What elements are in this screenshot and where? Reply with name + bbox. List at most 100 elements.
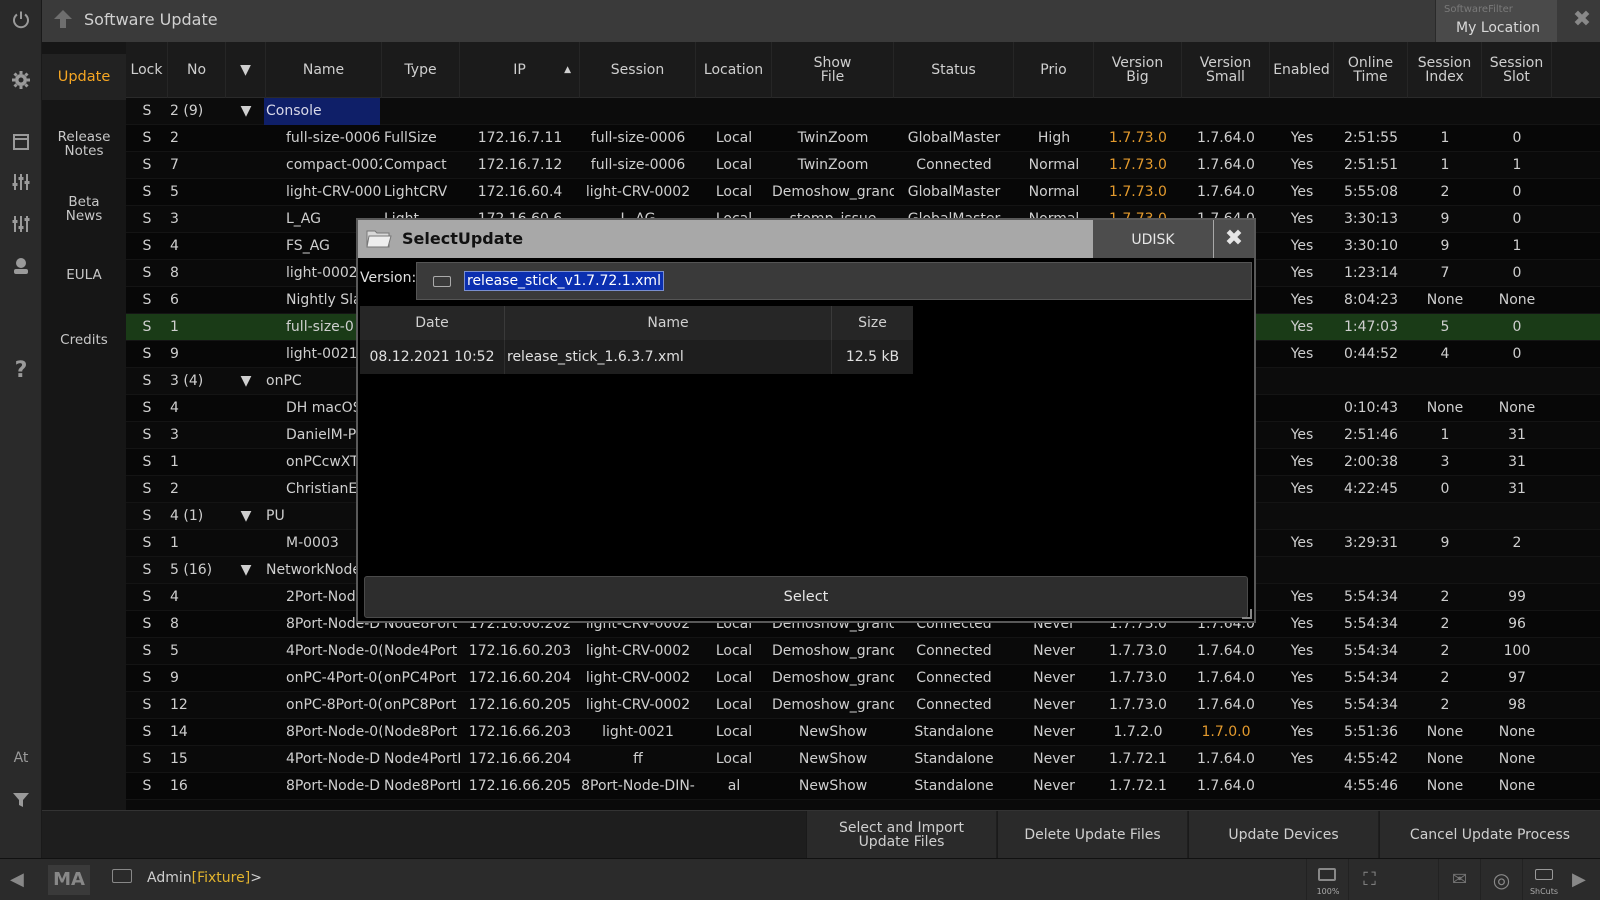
side-item-beta-news[interactable]: Beta News — [42, 195, 126, 223]
col-enabled[interactable]: Enabled — [1270, 42, 1334, 98]
software-filter-button[interactable]: SoftwareFilter My Location — [1435, 0, 1557, 42]
table-row[interactable]: S 7 compact-0002 Compact 172.16.7.12 full-siz… — [126, 152, 1600, 179]
cell-sslot: 2 — [1512, 535, 1522, 551]
command-prompt[interactable]: Admin[Fixture]> — [147, 870, 262, 886]
network-icon[interactable]: ⛶ — [1348, 859, 1390, 900]
user-icon[interactable] — [0, 248, 42, 284]
cell-sindex: 2 — [1440, 616, 1450, 632]
col-session[interactable]: Session — [580, 42, 696, 98]
col-name[interactable]: Name — [266, 42, 382, 98]
table-row[interactable]: S 2 full-size-0006 FullSize 172.16.7.11 full-… — [126, 125, 1600, 152]
at-label[interactable]: At — [0, 748, 42, 768]
drive-selector[interactable]: UDISK — [1093, 220, 1213, 258]
close-icon[interactable]: ✖ — [1570, 8, 1594, 32]
col-prio[interactable]: Prio — [1014, 42, 1094, 98]
shortcuts-button[interactable]: ShCuts — [1522, 859, 1564, 900]
cell-session: light-CRV-0002 — [585, 643, 691, 659]
ma-logo[interactable]: MA — [48, 865, 90, 895]
chevron-down-icon[interactable]: ▼ — [226, 98, 266, 125]
cell-sslot: 0 — [1512, 211, 1522, 227]
faders-alt-icon[interactable] — [0, 206, 42, 242]
table-row[interactable]: S 16 8Port-Node-D Node8PortD 172.16.66.205 8P… — [126, 773, 1600, 800]
cell-sslot: 100 — [1503, 643, 1531, 659]
table-row[interactable]: S 5 4Port-Node-0(Node4Port 172.16.60.203 lig… — [126, 638, 1600, 665]
cell-vsmall: 1.7.64.0 — [1197, 157, 1255, 173]
col-version-small[interactable]: Version Small — [1182, 42, 1270, 98]
window-title: Software Update — [84, 10, 218, 29]
col-online-time[interactable]: Online Time — [1334, 42, 1408, 98]
cell-no: 16 — [170, 778, 188, 794]
screen-zoom-button[interactable]: 100% — [1306, 859, 1348, 900]
help-icon[interactable]: ? — [0, 352, 42, 388]
col-session-slot[interactable]: Session Slot — [1482, 42, 1552, 98]
col-show-file[interactable]: Show File — [772, 42, 894, 98]
col-ip-label: IP — [513, 62, 526, 78]
cell-sslot: 96 — [1508, 616, 1526, 632]
chevron-down-icon[interactable]: ▼ — [226, 503, 266, 530]
table-row[interactable]: 08.12.2021 10:52 release_stick_1.6.3.7.x… — [360, 340, 913, 374]
col-ip[interactable]: IP ▲ — [460, 42, 580, 98]
cell-sslot: 0 — [1512, 346, 1522, 362]
cell-lock: S — [142, 535, 152, 551]
col-date[interactable]: Date — [360, 306, 505, 340]
side-item-eula[interactable]: EULA — [42, 268, 126, 282]
chevron-down-icon[interactable]: ▼ — [226, 557, 266, 584]
col-size[interactable]: Size — [832, 306, 913, 340]
resize-handle[interactable] — [1242, 609, 1252, 619]
col-no[interactable]: No — [168, 42, 226, 98]
select-import-button[interactable]: Select and Import Update Files — [806, 811, 996, 859]
select-button[interactable]: Select — [364, 576, 1248, 618]
cell-session: full-size-0006 — [590, 157, 686, 173]
table-row[interactable]: S 14 8Port-Node-0(Node8Port 172.16.66.203 li… — [126, 719, 1600, 746]
cell-status: Connected — [916, 697, 992, 713]
power-icon[interactable] — [0, 2, 42, 38]
table-row[interactable]: S 12 onPC-8Port-0(onPC8Port 172.16.60.205 li… — [126, 692, 1600, 719]
update-devices-button[interactable]: Update Devices — [1188, 811, 1378, 859]
faders-icon[interactable] — [0, 164, 42, 200]
filter-icon[interactable] — [0, 782, 42, 818]
keyboard-icon[interactable] — [112, 869, 132, 883]
cell-lock: S — [142, 508, 152, 524]
col-file-name[interactable]: Name — [505, 306, 832, 340]
version-input[interactable]: release_stick_v1.7.72.1.xml — [416, 262, 1252, 300]
table-row[interactable]: S 15 4Port-Node-D Node4PortD 172.16.66.204 ff… — [126, 746, 1600, 773]
mail-icon[interactable]: ✉ — [1438, 859, 1480, 900]
arrow-right-icon[interactable]: ▶ — [1572, 869, 1586, 890]
col-location[interactable]: Location — [696, 42, 772, 98]
delete-update-files-button[interactable]: Delete Update Files — [997, 811, 1187, 859]
cell-status: Connected — [916, 643, 992, 659]
window-icon[interactable] — [0, 124, 42, 160]
table-row[interactable]: S 9 onPC-4Port-0(onPC4Port 172.16.60.204 lig… — [126, 665, 1600, 692]
prompt-user: Admin — [147, 870, 192, 886]
cell-type: FullSize — [384, 130, 437, 146]
col-lock[interactable]: Lock — [126, 42, 168, 98]
globe-icon[interactable]: ◎ — [1480, 859, 1522, 900]
close-icon[interactable]: ✖ — [1214, 220, 1254, 258]
col-type[interactable]: Type — [382, 42, 460, 98]
group-row[interactable]: S 2 (9) ▼ Console — [126, 98, 1600, 125]
col-version-big[interactable]: Version Big — [1094, 42, 1182, 98]
cell-sindex: 2 — [1440, 670, 1450, 686]
col-session-index[interactable]: Session Index — [1408, 42, 1482, 98]
cell-lock: S — [142, 697, 152, 713]
cell-no: 8 — [170, 265, 179, 281]
cell-vbig: 1.7.73.0 — [1109, 643, 1167, 659]
arrow-left-icon[interactable]: ◀ — [10, 869, 24, 890]
cell-ip: 172.16.60.4 — [477, 184, 563, 200]
cell-no: 3 (4) — [170, 373, 204, 389]
table-row[interactable]: S 5 light-CRV-000 LightCRV 172.16.60.4 light-… — [126, 179, 1600, 206]
col-status[interactable]: Status — [894, 42, 1014, 98]
side-item-update[interactable]: Update — [42, 54, 126, 100]
side-item-credits[interactable]: Credits — [42, 333, 126, 347]
keyboard-icon[interactable] — [433, 276, 451, 287]
cell-sindex: None — [1426, 778, 1464, 794]
side-item-release-notes[interactable]: Release Notes — [42, 130, 126, 158]
title-bar: Software Update SoftwareFilter My Locati… — [42, 0, 1600, 42]
cell-vbig: 1.7.73.0 — [1109, 670, 1167, 686]
cell-show: Demoshow_grand — [772, 643, 894, 659]
chevron-down-icon[interactable]: ▼ — [226, 368, 266, 395]
gear-icon[interactable] — [0, 62, 42, 98]
cancel-update-button[interactable]: Cancel Update Process — [1379, 811, 1600, 859]
cell-enabled: Yes — [1290, 157, 1314, 173]
col-expand[interactable]: ▼ — [226, 42, 266, 98]
